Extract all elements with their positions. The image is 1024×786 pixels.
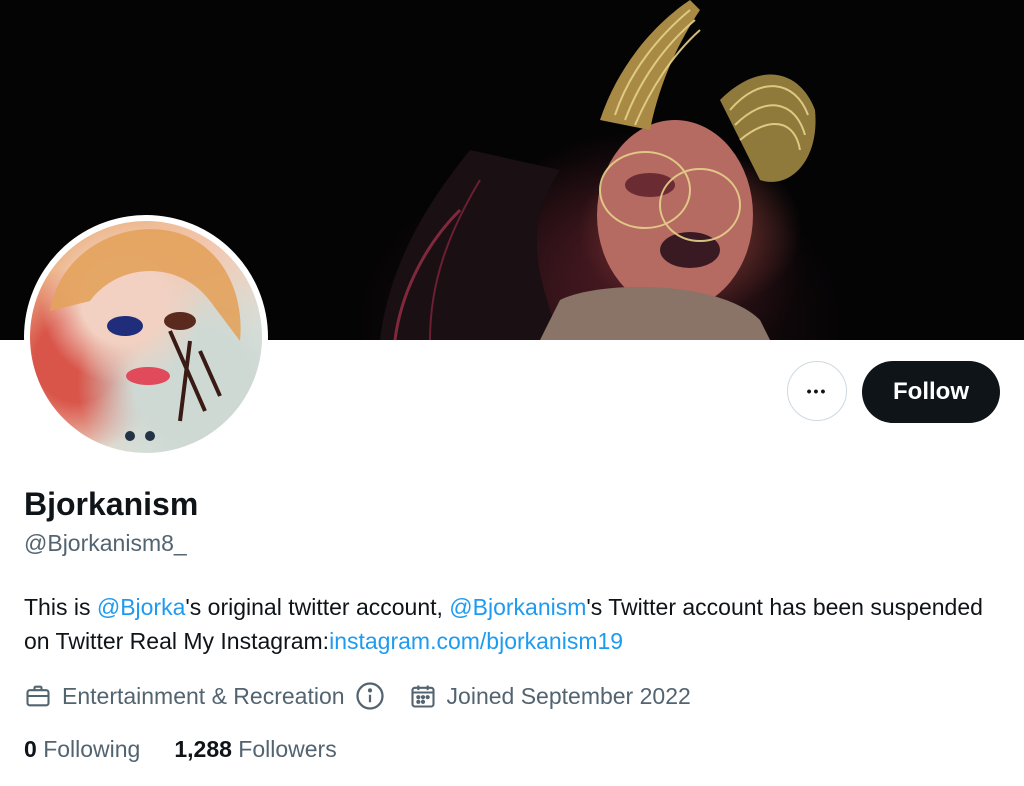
info-icon[interactable] <box>355 681 385 711</box>
profile-meta: Entertainment & Recreation Joined Septem… <box>24 678 691 714</box>
following-label: Following <box>43 736 141 762</box>
joined-date: Joined September 2022 <box>446 682 691 709</box>
followers-link[interactable]: 1,288 Followers <box>174 736 336 763</box>
follow-button[interactable]: Follow <box>862 361 1000 423</box>
briefcase-icon <box>24 682 52 710</box>
bio-mention-bjorkanism[interactable]: @Bjorkanism <box>449 594 586 620</box>
profile-category: Entertainment & Recreation <box>24 681 385 711</box>
followers-label: Followers <box>238 736 337 762</box>
profile-bio: This is @Bjorka's original twitter accou… <box>24 590 1004 658</box>
category-label: Entertainment & Recreation <box>62 682 345 709</box>
bio-mention-bjorka[interactable]: @Bjorka <box>97 594 186 620</box>
bio-instagram-link[interactable]: instagram.com/bjorkanism19 <box>329 628 623 654</box>
following-link[interactable]: 0 Following <box>24 736 140 763</box>
profile-avatar[interactable] <box>24 215 268 459</box>
profile-display-name: Bjorkanism <box>24 486 199 522</box>
calendar-icon <box>409 682 437 710</box>
followers-count: 1,288 <box>174 736 232 762</box>
profile-handle: @Bjorkanism8_ <box>24 530 187 556</box>
more-options-button[interactable]: ••• <box>787 361 847 421</box>
bio-text: 's original twitter account, <box>185 594 450 620</box>
following-count: 0 <box>24 736 37 762</box>
profile-stats: 0 Following 1,288 Followers <box>24 736 371 763</box>
avatar-image <box>30 221 262 453</box>
more-icon: ••• <box>806 383 828 399</box>
profile-joined: Joined September 2022 <box>409 682 691 710</box>
bio-text: This is <box>24 594 97 620</box>
